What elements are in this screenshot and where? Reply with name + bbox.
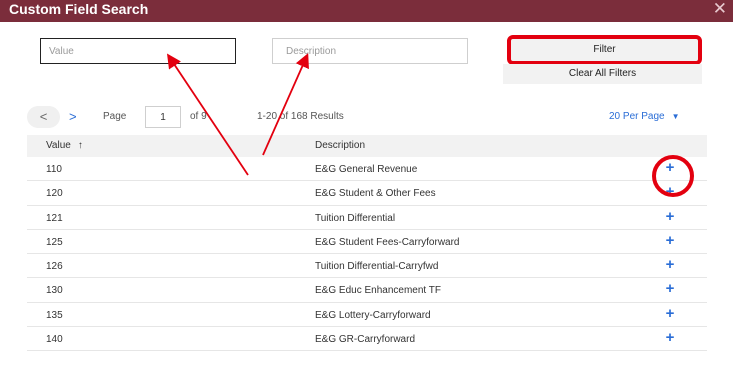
add-icon[interactable]: + — [662, 330, 678, 346]
row-value: 130 — [46, 285, 63, 297]
results-count: 1-20 of 168 Results — [257, 111, 344, 122]
add-icon[interactable]: + — [662, 305, 678, 322]
row-value: 140 — [46, 334, 63, 346]
clear-all-filters-button[interactable]: Clear All Filters — [503, 64, 702, 84]
row-description: E&G Educ Enhancement TF — [315, 285, 441, 297]
add-icon[interactable]: + — [662, 184, 678, 200]
table-row: 121 Tuition Differential + — [27, 206, 707, 230]
row-value: 121 — [46, 212, 63, 224]
next-page-button[interactable]: > — [69, 106, 85, 128]
table-row: 110 E&G General Revenue + — [27, 157, 707, 182]
caret-down-icon: ▼ — [671, 112, 680, 121]
per-page-selector[interactable]: 20 Per Page ▼ — [609, 111, 680, 122]
row-description: E&G GR-Carryforward — [315, 334, 416, 346]
previous-page-button[interactable]: < — [27, 106, 60, 128]
table-body: 110 E&G General Revenue +120 E&G Student & … — [27, 157, 707, 352]
row-value: 110 — [46, 164, 62, 175]
page-count-label: of 9 — [190, 111, 207, 122]
row-value: 135 — [46, 309, 63, 321]
row-description: E&G Student Fees-Carryforward — [315, 236, 460, 248]
row-description: Tuition Differential-Carryfwd — [315, 261, 439, 273]
table-row: 120 E&G Student & Other Fees + — [27, 181, 707, 206]
description-filter-input[interactable] — [272, 38, 468, 64]
results-table: Value ↑ Description 110 E&G General Revenu… — [27, 135, 707, 352]
table-row: 135 E&G Lottery-Carryforward + — [27, 303, 707, 328]
filter-button[interactable]: Filter — [507, 35, 702, 65]
row-description: E&G General Revenue — [315, 164, 418, 175]
value-column-header[interactable]: Value ↑ — [46, 140, 83, 151]
table-row: 140 E&G GR-Carryforward + — [27, 327, 707, 352]
row-description: Tuition Differential — [315, 212, 396, 224]
sort-ascending-icon: ↑ — [77, 140, 83, 151]
add-icon[interactable]: + — [662, 160, 678, 176]
table-header: Value ↑ Description — [27, 135, 707, 157]
row-value: 125 — [46, 236, 63, 248]
value-header-label: Value — [46, 140, 71, 151]
close-icon[interactable]: ✕ — [713, 0, 727, 19]
row-value: 126 — [46, 261, 63, 273]
add-icon[interactable]: + — [662, 281, 678, 297]
row-description: E&G Lottery-Carryforward — [315, 309, 431, 321]
add-icon[interactable]: + — [662, 208, 678, 225]
per-page-label: 20 Per Page — [609, 111, 665, 122]
page-number-input[interactable] — [145, 106, 181, 128]
table-row: 130 E&G Educ Enhancement TF + — [27, 278, 707, 303]
value-filter-input[interactable] — [40, 38, 236, 64]
page-label: Page — [103, 111, 127, 122]
table-row: 125 E&G Student Fees-Carryforward + — [27, 230, 707, 255]
row-value: 120 — [46, 188, 63, 200]
add-icon[interactable]: + — [662, 257, 678, 273]
pagination-bar: < > Page of 9 1-20 of 168 Results 20 Per… — [27, 106, 707, 128]
dialog-title: Custom Field Search — [9, 1, 149, 17]
dialog-title-bar: Custom Field Search ✕ — [0, 0, 733, 22]
add-icon[interactable]: + — [662, 232, 678, 249]
row-description: E&G Student & Other Fees — [315, 188, 436, 200]
description-column-header: Description — [315, 140, 366, 151]
table-row: 126 Tuition Differential-Carryfwd + — [27, 254, 707, 279]
